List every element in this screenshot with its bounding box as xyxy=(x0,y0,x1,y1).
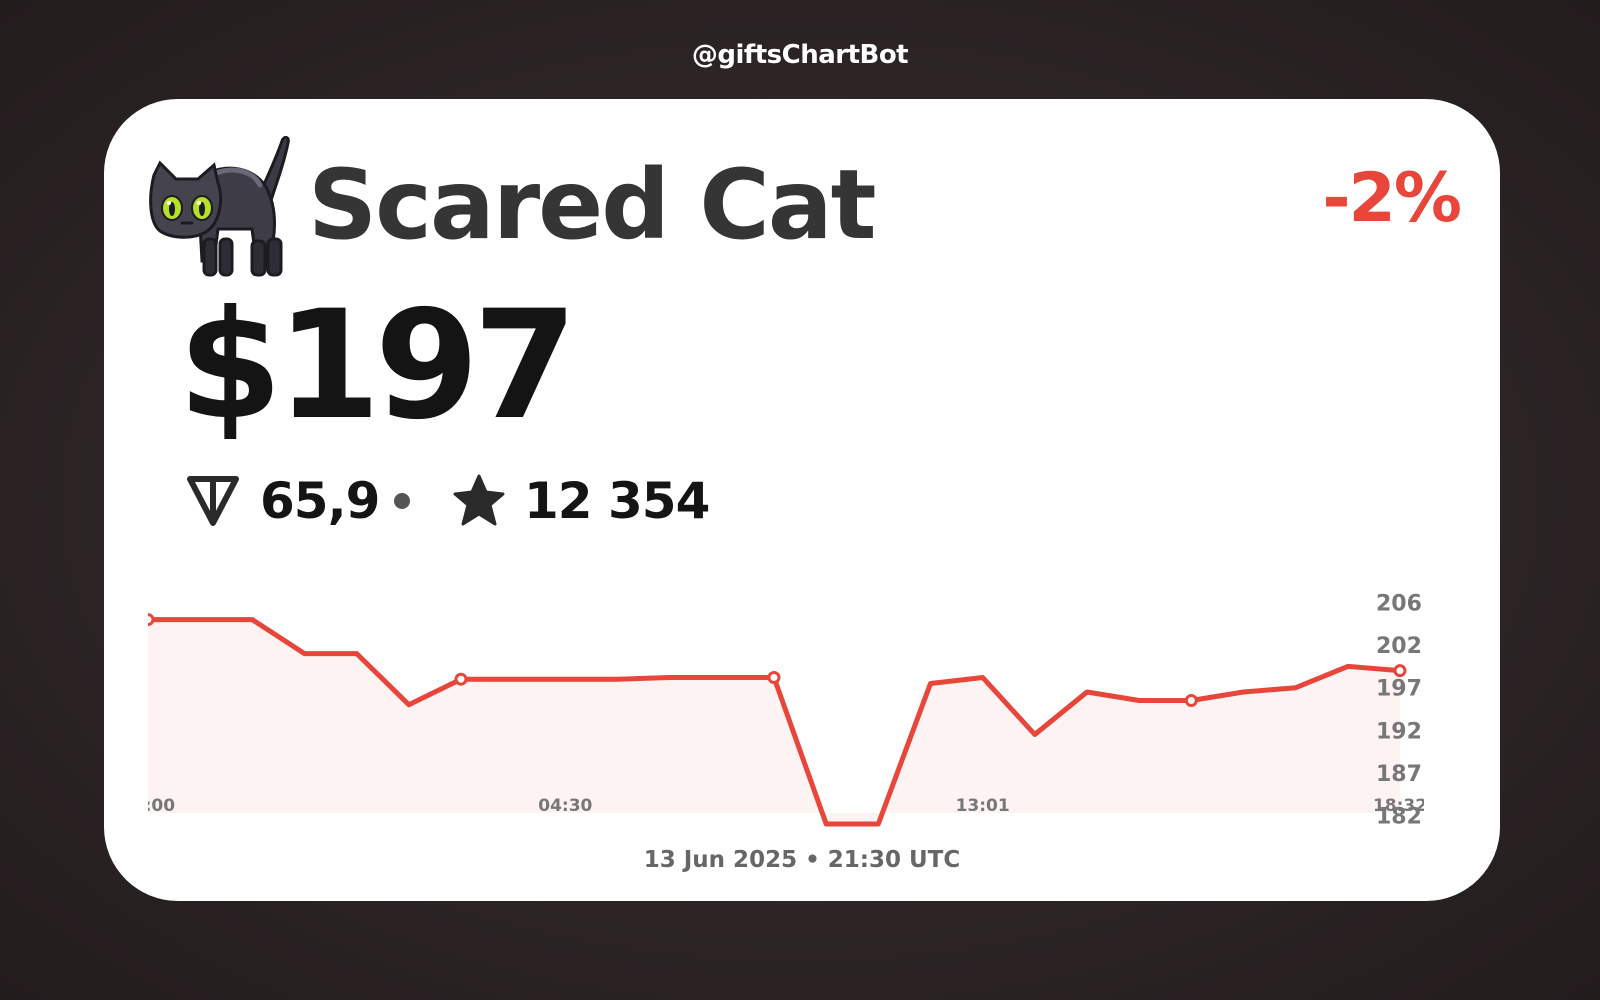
data-point-marker xyxy=(767,670,781,684)
y-tick-label: 192 xyxy=(1376,719,1422,744)
stars-price: 12 354 xyxy=(524,472,710,530)
x-tick-label: 04:30 xyxy=(538,796,592,816)
stats-row: 65,9 12 354 xyxy=(184,471,984,531)
x-tick-label: 18:32 xyxy=(1373,796,1427,816)
y-tick-label: 197 xyxy=(1376,677,1422,702)
bot-handle: @giftsChartBot xyxy=(691,40,909,70)
data-point-marker xyxy=(148,613,155,627)
data-point-marker xyxy=(454,672,468,686)
ton-icon xyxy=(187,476,239,526)
price-usd: $197 xyxy=(178,279,577,453)
y-tick-label: 206 xyxy=(1376,592,1422,617)
price-area-fill xyxy=(148,619,1400,824)
gift-price-card: Scared Cat -2% $197 65,9 12 354 206 202 19… xyxy=(104,99,1500,901)
y-tick-label: 187 xyxy=(1376,762,1422,787)
price-chart: 20620219719218718200:00 04:30 13:01 18:32 xyxy=(121,592,1427,829)
scared-cat-icon xyxy=(149,135,290,277)
y-tick-label: 202 xyxy=(1376,634,1422,659)
timestamp: 13 Jun 2025 • 21:30 UTC xyxy=(643,847,961,873)
ton-price: 65,9 xyxy=(260,472,380,530)
gift-name: Scared Cat xyxy=(308,149,877,261)
separator-dot xyxy=(394,493,410,509)
star-icon xyxy=(453,474,505,526)
x-tick-label: 13:01 xyxy=(956,796,1010,816)
price-change: -2% xyxy=(1322,159,1462,238)
x-tick-label: 00:00 xyxy=(121,796,175,816)
data-point-marker xyxy=(1393,664,1407,678)
data-point-marker xyxy=(1184,693,1198,707)
